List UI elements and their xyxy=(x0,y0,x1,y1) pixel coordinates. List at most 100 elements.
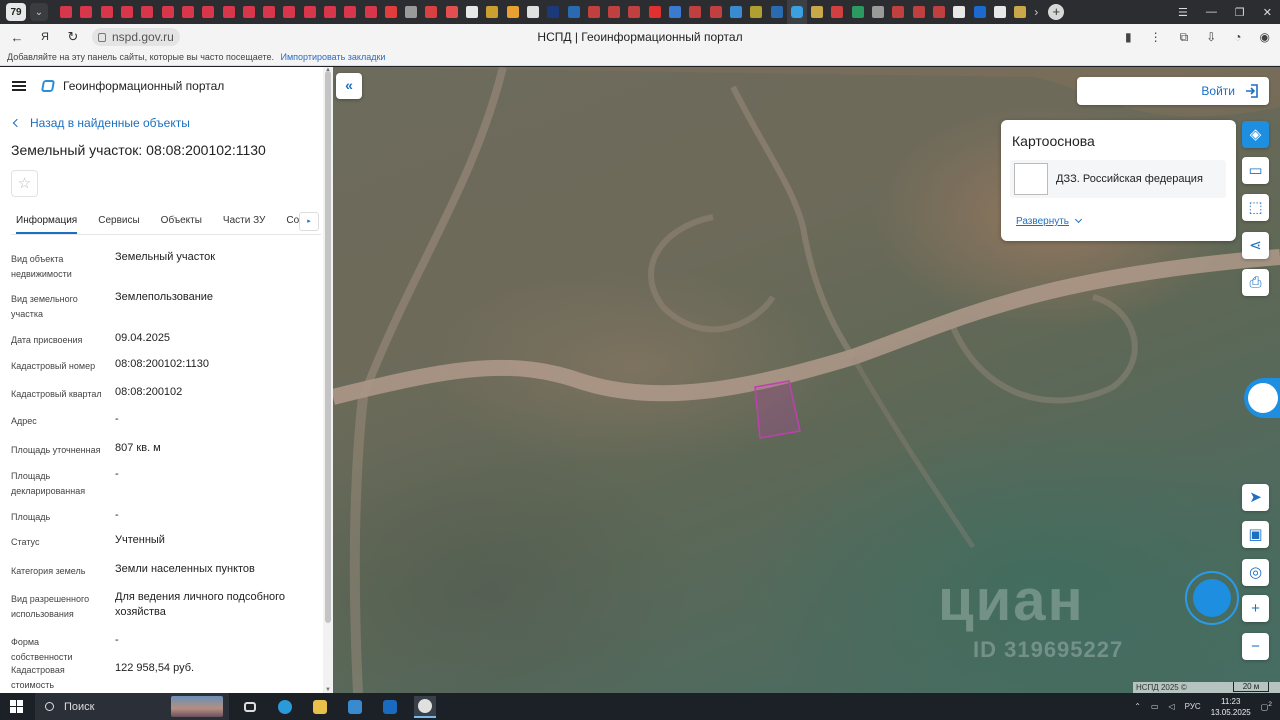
bookmark-icon[interactable]: ▮ xyxy=(1125,30,1132,44)
import-bookmarks-link[interactable]: Импортировать закладки xyxy=(281,52,386,62)
restore-icon[interactable]: ❐ xyxy=(1235,6,1245,19)
tab-favicon[interactable] xyxy=(421,0,441,24)
tab-favicon[interactable] xyxy=(97,0,117,24)
network-icon[interactable]: ▭ xyxy=(1151,702,1159,711)
downloads-icon[interactable]: ⇩ xyxy=(1206,30,1216,44)
collapse-panel-button[interactable]: « xyxy=(336,73,362,99)
scrollbar-thumb[interactable] xyxy=(325,71,331,623)
tab-favicon[interactable] xyxy=(624,0,644,24)
tab-favicon[interactable] xyxy=(117,0,137,24)
user-icon[interactable]: ◉ xyxy=(1260,30,1270,44)
tab-favicon[interactable] xyxy=(604,0,624,24)
store-icon[interactable] xyxy=(344,696,366,718)
tab-favicon[interactable] xyxy=(300,0,320,24)
tab-favicon[interactable] xyxy=(848,0,868,24)
tab-list-chevron-icon[interactable]: ⌄ xyxy=(30,3,48,21)
task-view-icon[interactable] xyxy=(239,696,261,718)
tab-favicon[interactable] xyxy=(990,0,1010,24)
tab-favicon[interactable] xyxy=(239,0,259,24)
taskbar-search[interactable]: Поиск xyxy=(35,693,229,720)
tab-favicon[interactable] xyxy=(746,0,766,24)
expand-basemap-link[interactable]: Развернуть xyxy=(1016,215,1083,227)
tabs-scroll-right-icon[interactable]: › xyxy=(1034,5,1038,19)
tab-favicon[interactable] xyxy=(279,0,299,24)
tab-favicon[interactable] xyxy=(320,0,340,24)
login-button[interactable]: Войти xyxy=(1077,77,1269,105)
edge-icon[interactable] xyxy=(274,696,296,718)
tab-favicon[interactable] xyxy=(645,0,665,24)
tab-favicon[interactable] xyxy=(401,0,421,24)
parcel-outline[interactable] xyxy=(754,380,801,439)
favorite-star-icon[interactable]: ☆ xyxy=(11,170,38,197)
yandex-icon[interactable]: Я xyxy=(34,31,56,43)
panel-scrollbar[interactable]: ▲ ▼ xyxy=(323,67,333,693)
profile-icon[interactable]: ◔ xyxy=(1234,30,1241,44)
tab-favicon[interactable] xyxy=(949,0,969,24)
measure-button[interactable]: ▭ xyxy=(1242,157,1269,184)
tab-favicon[interactable] xyxy=(888,0,908,24)
file-explorer-icon[interactable] xyxy=(309,696,331,718)
tab-favicon[interactable] xyxy=(360,0,380,24)
locate-button[interactable]: ➤ xyxy=(1242,484,1269,511)
outlook-icon[interactable] xyxy=(379,696,401,718)
notifications-icon[interactable]: ▢2 xyxy=(1261,701,1272,712)
tab-favicon[interactable] xyxy=(1010,0,1030,24)
volume-icon[interactable]: ◁ xyxy=(1169,702,1175,711)
tab-favicon[interactable] xyxy=(340,0,360,24)
tab-favicon[interactable] xyxy=(726,0,746,24)
tab-favicon[interactable] xyxy=(908,0,928,24)
tab-favicon[interactable] xyxy=(259,0,279,24)
tab-favicon[interactable] xyxy=(178,0,198,24)
tab-favicon[interactable] xyxy=(503,0,523,24)
back-to-results-link[interactable]: Назад в найденные объекты xyxy=(12,116,190,130)
tab-favicon[interactable] xyxy=(766,0,786,24)
tab-favicon[interactable] xyxy=(827,0,847,24)
tab-favicon[interactable] xyxy=(381,0,401,24)
reload-icon[interactable]: ↻ xyxy=(62,29,84,45)
portal-name[interactable]: Геоинформационный портал xyxy=(63,79,224,93)
windows-start-icon[interactable] xyxy=(10,700,23,713)
tab-favicon[interactable] xyxy=(685,0,705,24)
back-arrow-icon[interactable]: ← xyxy=(6,30,28,45)
feedback-button[interactable] xyxy=(1244,378,1280,418)
tab-favicon[interactable] xyxy=(584,0,604,24)
geo-search-button[interactable]: ◎ xyxy=(1242,559,1269,586)
tab-favicon[interactable] xyxy=(665,0,685,24)
tab-favicon[interactable] xyxy=(706,0,726,24)
share-button[interactable]: ⋖ xyxy=(1242,232,1269,259)
extensions-icon[interactable]: ⧉ xyxy=(1180,30,1189,45)
select-area-button[interactable]: ⬚ xyxy=(1242,194,1269,221)
yandex-browser-icon[interactable] xyxy=(414,695,436,718)
tab-favicon[interactable] xyxy=(929,0,949,24)
minimap-button[interactable]: ▣ xyxy=(1242,521,1269,548)
zoom-out-button[interactable]: − xyxy=(1242,633,1269,660)
tab-favicon[interactable] xyxy=(462,0,482,24)
print-button[interactable]: ⎙ xyxy=(1242,269,1269,296)
tab-favicon[interactable] xyxy=(76,0,96,24)
map-canvas[interactable]: « Войти Картооснова ДЗЗ. Российская феде… xyxy=(333,67,1280,693)
tab-favicon[interactable] xyxy=(786,0,807,24)
tab-favicon[interactable] xyxy=(157,0,177,24)
tab-item[interactable]: Информация xyxy=(16,211,78,234)
tab-favicon[interactable] xyxy=(442,0,462,24)
clock[interactable]: 11:23 13.05.2025 xyxy=(1211,696,1251,718)
tab-favicon[interactable] xyxy=(868,0,888,24)
tab-item[interactable]: Части ЗУ xyxy=(223,211,265,234)
zoom-in-button[interactable]: + xyxy=(1242,595,1269,622)
chat-button[interactable] xyxy=(1185,571,1239,625)
tab-favicon[interactable] xyxy=(137,0,157,24)
new-tab-button[interactable]: + xyxy=(1048,4,1065,20)
tabs-next-arrow-icon[interactable]: ▸ xyxy=(299,212,319,231)
tab-favicon[interactable] xyxy=(218,0,238,24)
tab-item[interactable]: Объекты xyxy=(161,211,202,234)
tab-favicon[interactable] xyxy=(543,0,563,24)
bookmark-list-icon[interactable]: ☰ xyxy=(1178,6,1188,19)
tab-favicon[interactable] xyxy=(969,0,989,24)
tab-favicon[interactable] xyxy=(523,0,543,24)
tray-chevron-icon[interactable]: ⌃ xyxy=(1134,702,1141,711)
url-field[interactable]: nspd.gov.ru xyxy=(92,28,180,46)
language-indicator[interactable]: РУС xyxy=(1185,702,1201,711)
tab-favicon[interactable] xyxy=(198,0,218,24)
close-window-icon[interactable]: ✕ xyxy=(1263,6,1272,19)
minimize-icon[interactable]: — xyxy=(1206,6,1217,18)
